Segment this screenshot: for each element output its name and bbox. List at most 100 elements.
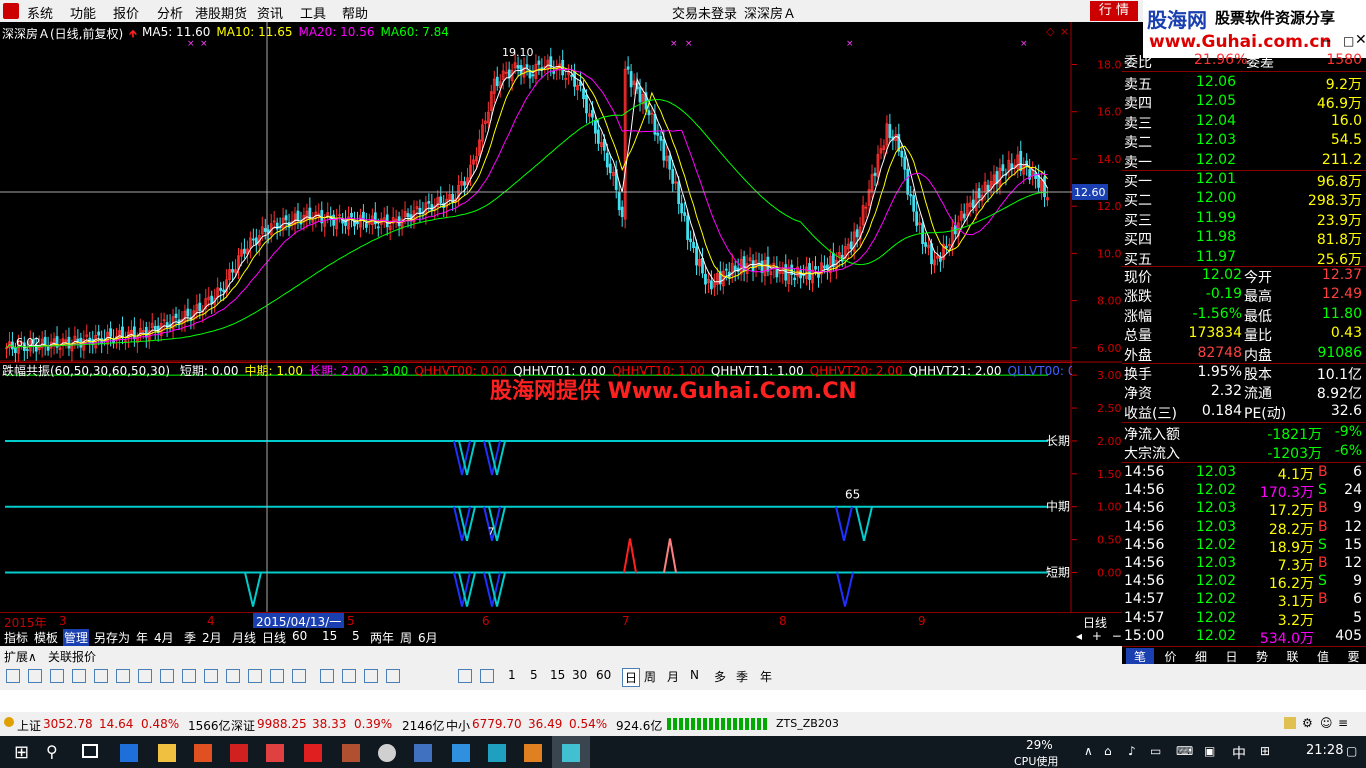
sz-name[interactable]: 深证: [231, 717, 255, 734]
expand-button[interactable]: 扩展∧: [4, 648, 37, 665]
volume-icon[interactable]: ♪: [1128, 744, 1136, 758]
zoom-icon[interactable]: [270, 669, 284, 683]
period-button[interactable]: N: [690, 668, 699, 682]
period-tab[interactable]: 模板: [33, 629, 59, 646]
related-quote-button[interactable]: 关联报价: [48, 648, 96, 665]
lock-icon[interactable]: [1284, 717, 1296, 729]
price-chart[interactable]: 19.10 6.02 × × × × × ×: [0, 22, 1072, 362]
plus-icon[interactable]: +: [1092, 629, 1102, 643]
period-button[interactable]: 15: [550, 668, 565, 682]
windows-start-icon[interactable]: ⊞: [14, 742, 29, 763]
period-button[interactable]: 多: [714, 668, 726, 685]
close-icon[interactable]: ✕: [1355, 32, 1366, 48]
wave-icon[interactable]: [320, 669, 334, 683]
period-tab[interactable]: 周: [399, 629, 413, 646]
media-icon[interactable]: [524, 744, 542, 762]
period-tab[interactable]: 两年: [369, 629, 395, 646]
minimize-icon[interactable]: ─: [1323, 34, 1330, 48]
active-task[interactable]: [552, 736, 590, 768]
period-button[interactable]: 30: [572, 668, 587, 682]
ime-mode-icon[interactable]: ⊞: [1260, 744, 1270, 758]
menu-icon[interactable]: ≡: [1338, 716, 1348, 730]
quote-tab[interactable]: 值: [1309, 648, 1337, 665]
grid-icon[interactable]: [72, 669, 86, 683]
up-icon[interactable]: [28, 669, 42, 683]
period-tab[interactable]: 6月: [417, 629, 439, 646]
period-button[interactable]: 年: [760, 668, 772, 685]
menu-hk-futures[interactable]: 港股期货: [195, 3, 247, 22]
move-icon[interactable]: [364, 669, 378, 683]
menu-function[interactable]: 功能: [70, 3, 96, 22]
period-tab[interactable]: 5: [351, 629, 361, 643]
fe-icon[interactable]: [226, 669, 240, 683]
list-icon[interactable]: [94, 669, 108, 683]
period-button[interactable]: 日: [622, 668, 641, 687]
menu-analysis[interactable]: 分析: [157, 3, 183, 22]
tool-icon[interactable]: [342, 744, 360, 762]
diamond-icon[interactable]: ◇: [1046, 25, 1054, 38]
period-button[interactable]: 1: [508, 668, 516, 682]
period-tab[interactable]: 日线: [261, 629, 287, 646]
line-chart-icon[interactable]: [116, 669, 130, 683]
period-tab[interactable]: 指标: [3, 629, 29, 646]
folder-icon[interactable]: [158, 744, 176, 762]
browser-icon[interactable]: [194, 744, 212, 762]
menu-system[interactable]: 系统: [27, 3, 53, 22]
period-tab[interactable]: 年: [135, 629, 149, 646]
rsi-icon[interactable]: [342, 669, 356, 683]
menu-news[interactable]: 资讯: [257, 3, 283, 22]
period-tab[interactable]: 管理: [63, 629, 90, 646]
period-tab[interactable]: 60: [291, 629, 308, 643]
stock-app-icon[interactable]: [304, 744, 322, 762]
f5-icon[interactable]: [458, 669, 472, 683]
calculator-icon[interactable]: [266, 744, 284, 762]
period-tab[interactable]: 季: [183, 629, 197, 646]
battery-icon[interactable]: ▭: [1150, 744, 1161, 758]
period-tab[interactable]: 另存为: [93, 629, 131, 646]
network-icon[interactable]: [488, 744, 506, 762]
maximize-icon[interactable]: □: [1343, 34, 1354, 48]
edge-icon[interactable]: [120, 744, 138, 762]
period-tab[interactable]: 月线: [231, 629, 257, 646]
doc-icon[interactable]: [414, 744, 432, 762]
down-icon[interactable]: [50, 669, 64, 683]
notification-icon[interactable]: ▢: [1346, 744, 1357, 758]
menu-help[interactable]: 帮助: [342, 3, 368, 22]
quote-tab[interactable]: 势: [1248, 648, 1276, 665]
back-icon[interactable]: [6, 669, 20, 683]
minus-icon[interactable]: −: [1112, 629, 1122, 643]
candle-icon[interactable]: [138, 669, 152, 683]
user-icon[interactable]: ☺: [1320, 716, 1333, 730]
clock-icon[interactable]: [292, 669, 306, 683]
network-tray-icon[interactable]: ⌂: [1104, 744, 1112, 758]
ie-icon[interactable]: [452, 744, 470, 762]
sh-name[interactable]: 上证: [17, 717, 41, 734]
quote-tab[interactable]: 日: [1218, 648, 1246, 665]
period-button[interactable]: 季: [736, 668, 748, 685]
period-button[interactable]: 60: [596, 668, 611, 682]
period-button[interactable]: 月: [667, 668, 679, 685]
quote-tab[interactable]: 细: [1187, 648, 1215, 665]
f10-icon[interactable]: [204, 669, 218, 683]
quote-tab[interactable]: 价: [1157, 648, 1185, 665]
trade-button[interactable]: 行 情: [1090, 1, 1138, 21]
chrome-icon[interactable]: [378, 744, 396, 762]
login-status[interactable]: 交易未登录: [672, 3, 737, 22]
fiz-icon[interactable]: [248, 669, 262, 683]
clock[interactable]: 21:28: [1306, 743, 1343, 758]
fa-icon[interactable]: [182, 669, 196, 683]
app-icon[interactable]: [230, 744, 248, 762]
display-icon[interactable]: ▣: [1204, 744, 1215, 758]
menu-tools[interactable]: 工具: [300, 3, 326, 22]
zx-name[interactable]: 中小: [446, 717, 470, 734]
ime-indicator[interactable]: 中: [1232, 743, 1246, 763]
refresh-icon[interactable]: [480, 669, 494, 683]
period-tab[interactable]: 2月: [201, 629, 223, 646]
period-button[interactable]: 5: [530, 668, 538, 682]
task-view-icon[interactable]: [82, 744, 98, 758]
quote-tab[interactable]: 联: [1279, 648, 1307, 665]
quote-tab[interactable]: 笔: [1126, 648, 1154, 665]
period-button[interactable]: 周: [644, 668, 656, 685]
search-icon[interactable]: ⚲: [46, 742, 58, 761]
menu-quote[interactable]: 报价: [113, 3, 139, 22]
